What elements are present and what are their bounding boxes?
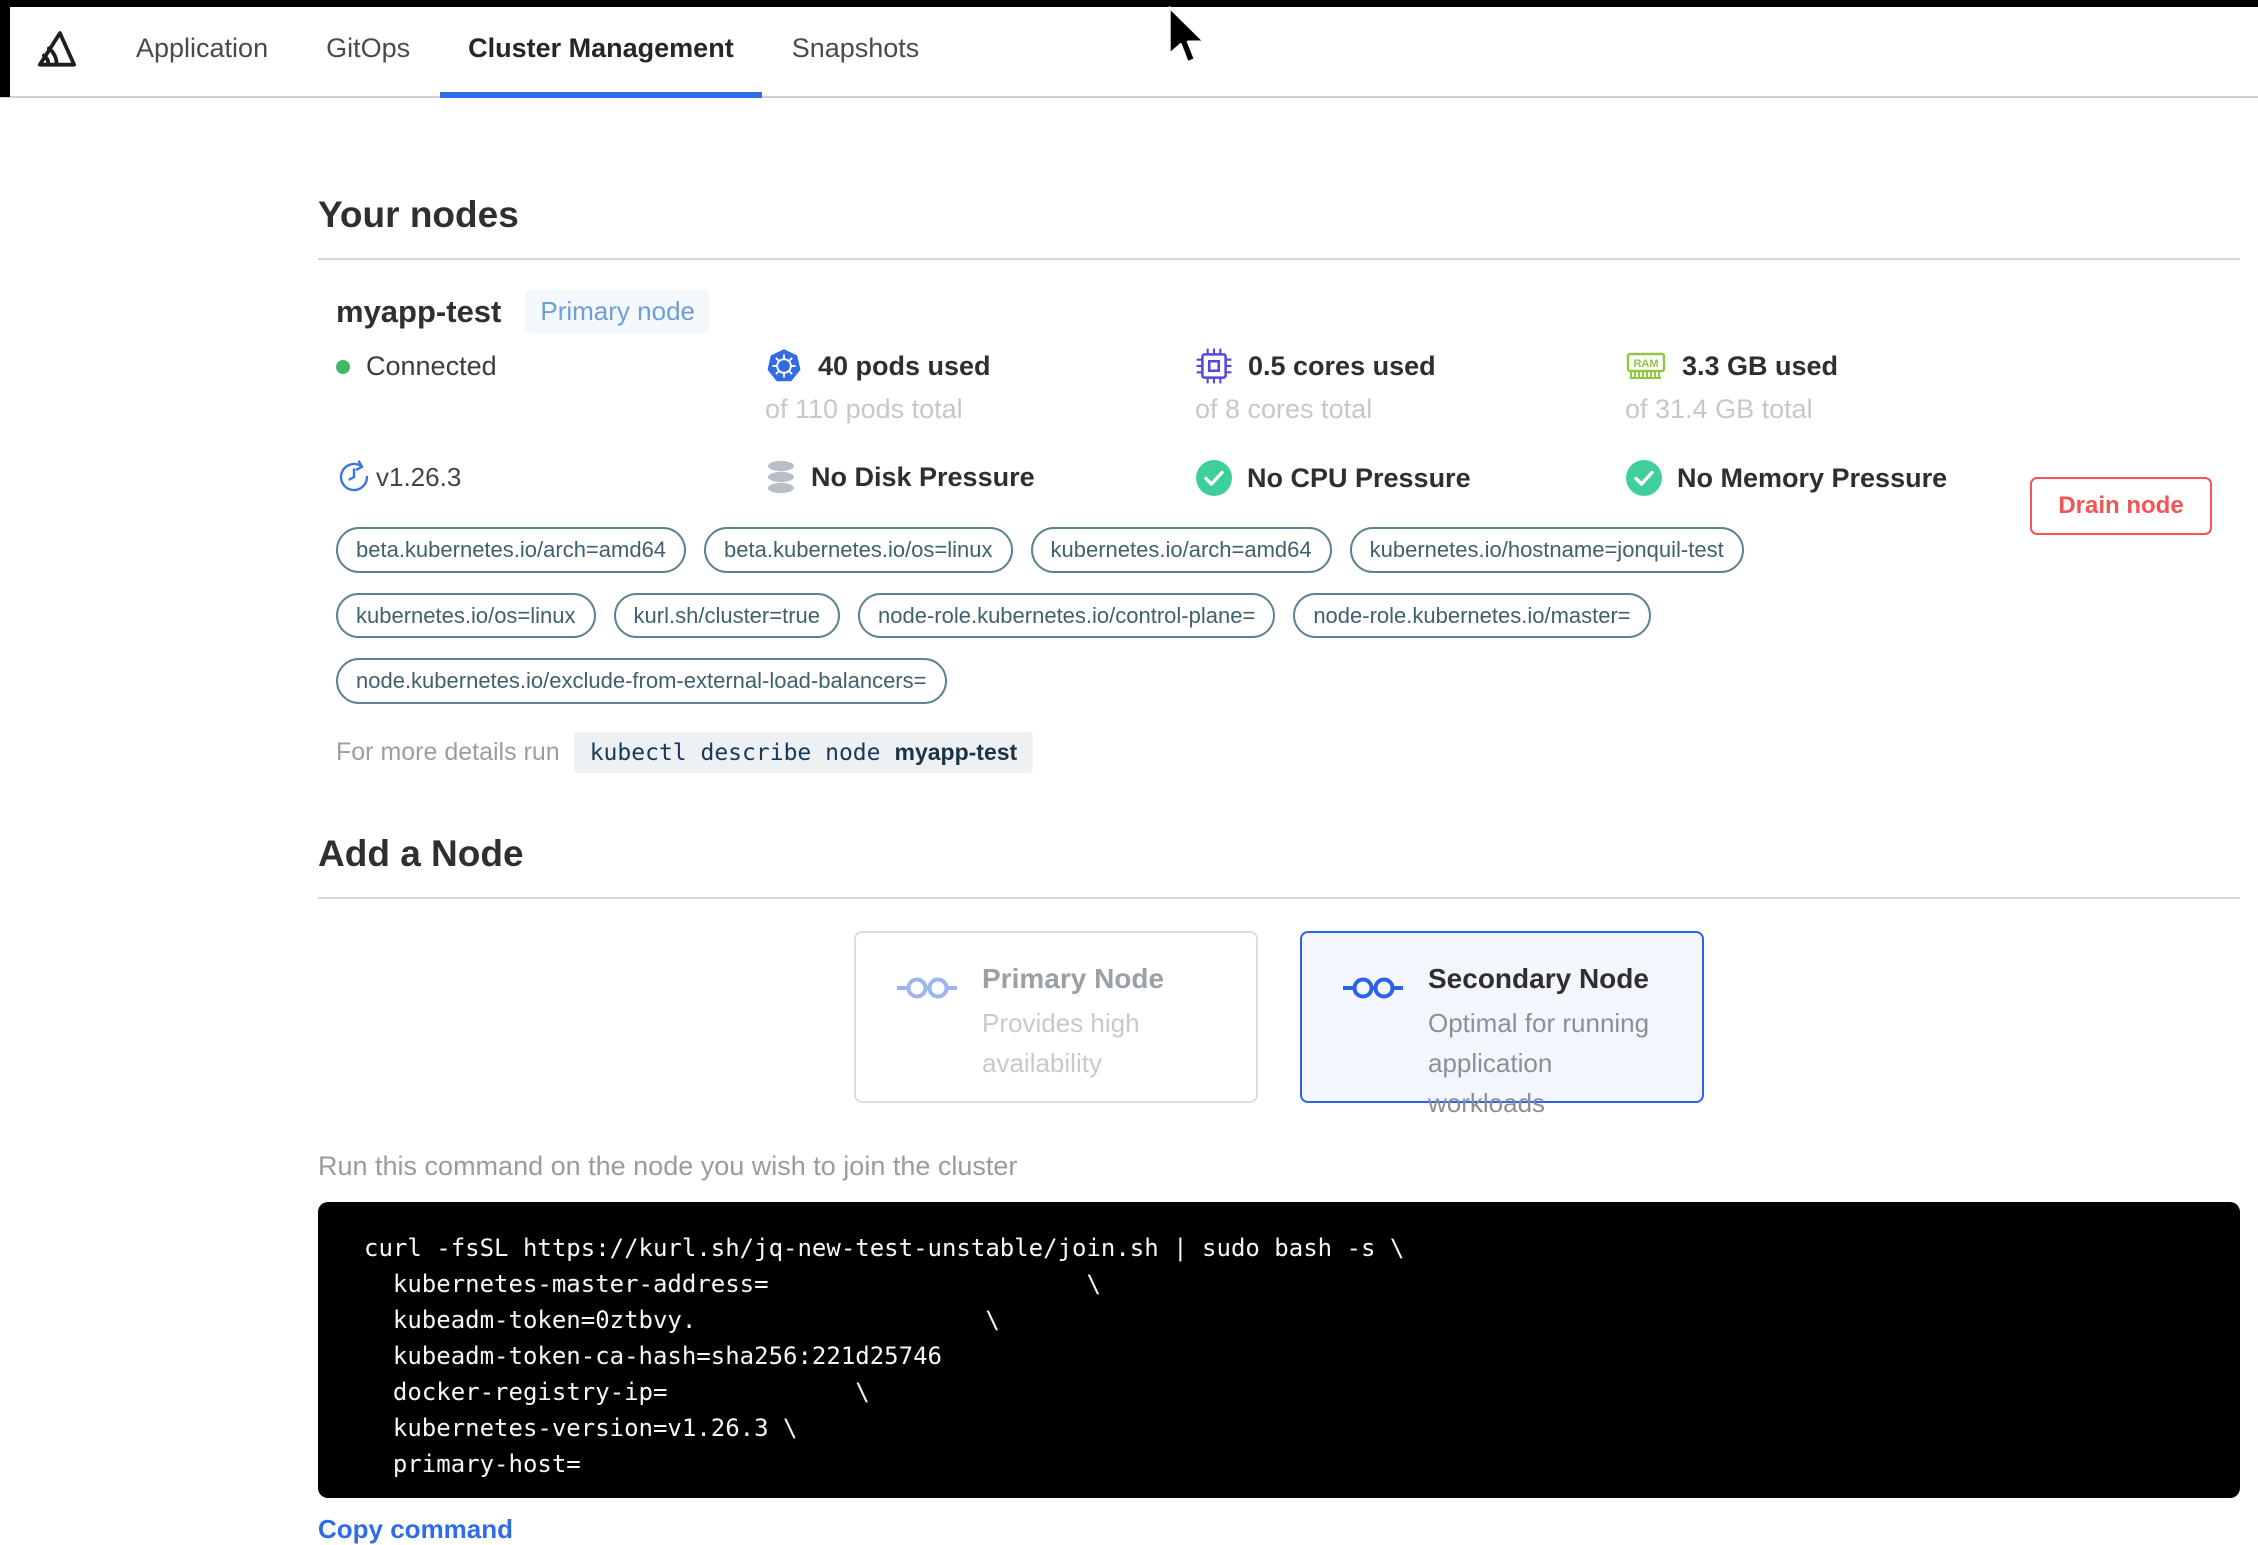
secondary-node-option[interactable]: Secondary Node Optimal for running appli…: [1300, 930, 1704, 1118]
svg-text:RAM: RAM: [1633, 358, 1658, 370]
kubectl-command-node: myapp-test: [894, 738, 1018, 765]
node-label-pill: kurl.sh/cluster=true: [613, 592, 840, 638]
section-divider: [318, 896, 2240, 899]
memory-total: of 31.4 GB total: [1625, 394, 1813, 424]
join-command-terminal: curl -fsSL https://kurl.sh/jq-new-test-u…: [318, 1201, 2240, 1498]
cpu-pressure-label: No CPU Pressure: [1247, 462, 1471, 493]
primary-node-option-title: Primary Node: [982, 962, 1165, 994]
tab-application[interactable]: Application: [136, 0, 268, 96]
disk-pressure-label: No Disk Pressure: [811, 461, 1035, 492]
tab-gitops[interactable]: GitOps: [326, 0, 410, 96]
cpu-icon: [1196, 348, 1232, 384]
pods-stat: 40 pods used of 110 pods total: [765, 347, 1195, 425]
secondary-node-option-title: Secondary Node: [1428, 962, 1649, 994]
join-command-line: curl -fsSL https://kurl.sh/jq-new-test-u…: [364, 1233, 1405, 1262]
cores-total: of 8 cores total: [1195, 394, 1373, 424]
ram-icon: RAM: [1626, 352, 1666, 379]
node-labels: beta.kubernetes.io/arch=amd64 beta.kuber…: [336, 527, 1976, 704]
cores-used: 0.5 cores used: [1248, 350, 1436, 381]
node-type-options: Primary Node Provides high availability …: [318, 930, 2240, 1118]
kubectl-command-chip: kubectl describe node myapp-test: [573, 731, 1034, 773]
node-stats-grid: Connected 40 pods used of 110 pods total…: [336, 347, 2240, 497]
join-command-line: kubeadm-token-ca-hash=sha256:221d25746: [364, 1341, 942, 1370]
section-divider: [318, 258, 2240, 260]
node-label-pill: kubernetes.io/hostname=jonquil-test: [1349, 527, 1744, 573]
node-label-pill: beta.kubernetes.io/arch=amd64: [336, 527, 687, 573]
join-command-line: primary-host=: [364, 1449, 581, 1478]
node-label-pill: kubernetes.io/arch=amd64: [1030, 527, 1332, 573]
join-command-line: kubeadm-token=0ztbvy. \: [364, 1305, 1000, 1334]
disk-pressure-condition: No Disk Pressure: [765, 459, 1195, 495]
join-command-line: docker-registry-ip= \: [364, 1377, 870, 1406]
node-label-pill: beta.kubernetes.io/os=linux: [704, 527, 1013, 573]
details-prefix: For more details run: [336, 737, 560, 766]
cpu-pressure-condition: No CPU Pressure: [1195, 459, 1625, 497]
disk-icon: [768, 460, 794, 494]
kubernetes-pods-icon: [767, 349, 801, 382]
drain-node-button[interactable]: Drain node: [2030, 477, 2212, 535]
node-details-hint: For more details run kubectl describe no…: [336, 731, 2240, 773]
node-name: myapp-test: [336, 293, 502, 329]
memory-used: 3.3 GB used: [1682, 350, 1839, 381]
copy-command-link[interactable]: Copy command: [318, 1514, 513, 1545]
join-command-line: kubernetes-master-address= \: [364, 1269, 1101, 1298]
memory-pressure-label: No Memory Pressure: [1677, 462, 1948, 493]
add-node-title: Add a Node: [318, 832, 524, 874]
node-label-pill: node-role.kubernetes.io/control-plane=: [858, 592, 1276, 638]
kubectl-command: kubectl describe node: [589, 739, 881, 766]
tab-snapshots[interactable]: Snapshots: [792, 0, 920, 96]
primary-node-option[interactable]: Primary Node Provides high availability: [854, 930, 1258, 1103]
node-version: v1.26.3: [336, 459, 765, 495]
pods-used: 40 pods used: [818, 350, 991, 381]
primary-node-badge: Primary node: [525, 290, 710, 333]
nav-tabs: Application GitOps Cluster Management Sn…: [136, 0, 920, 98]
join-command-label: Run this command on the node you wish to…: [318, 1150, 1018, 1181]
connected-label: Connected: [366, 351, 497, 381]
tab-cluster-management[interactable]: Cluster Management: [440, 0, 762, 98]
version-label: v1.26.3: [376, 461, 462, 492]
check-circle-icon: [1196, 460, 1232, 496]
node-label-pill: node.kubernetes.io/exclude-from-external…: [336, 658, 947, 704]
node-card: myapp-test Primary node Connected 40 pod…: [318, 290, 2240, 773]
join-command-line: kubernetes-version=v1.26.3 \: [364, 1413, 798, 1442]
node-label-pill: node-role.kubernetes.io/master=: [1293, 592, 1651, 638]
your-nodes-title: Your nodes: [318, 194, 519, 235]
memory-stat: RAM 3.3 GB used of 31.4 GB total: [1625, 347, 2240, 425]
top-nav: Application GitOps Cluster Management Sn…: [0, 0, 2258, 98]
screen-edge-top: [0, 0, 2258, 7]
version-update-icon: [339, 460, 369, 492]
main-content: Your nodes myapp-test Primary node Conne…: [0, 194, 2258, 1545]
screen-edge-left: [0, 0, 10, 97]
node-label-pill: kubernetes.io/os=linux: [336, 592, 596, 638]
check-circle-icon: [1626, 460, 1662, 496]
connected-dot-icon: [336, 359, 350, 374]
secondary-node-option-desc: Optimal for running application workload…: [1428, 1007, 1650, 1119]
pods-total: of 110 pods total: [765, 394, 963, 424]
node-status: Connected: [336, 351, 765, 382]
add-node-section: Add a Node Primary Node Provides high av…: [318, 833, 2240, 1545]
your-nodes-section: Your nodes myapp-test Primary node Conne…: [318, 194, 2240, 773]
replicated-logo-icon[interactable]: [30, 21, 84, 75]
primary-node-option-desc: Provides high availability: [982, 1007, 1140, 1078]
nodes-link-icon: [897, 977, 957, 998]
nodes-link-icon: [1343, 977, 1403, 998]
cores-stat: 0.5 cores used of 8 cores total: [1195, 347, 1625, 425]
